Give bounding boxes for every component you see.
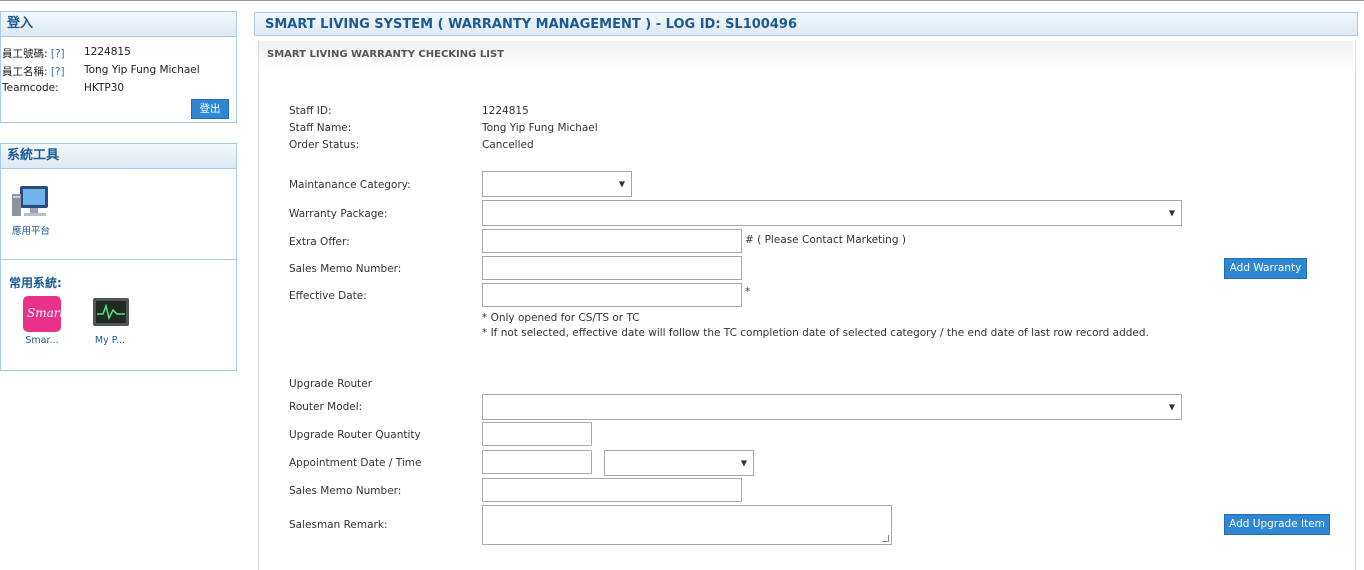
- login-panel-title: 登入: [1, 12, 236, 37]
- teamcode-value: HKTP30: [84, 82, 125, 94]
- monitor-app-label: My P...: [94, 335, 126, 346]
- monitor-app-icon: [93, 298, 129, 326]
- smart-app-icon: Smart: [23, 296, 62, 332]
- computer-icon: [12, 186, 48, 216]
- help-link[interactable]: [?]: [51, 66, 65, 78]
- tools-divider: [1, 259, 236, 260]
- router-model-select[interactable]: ▼: [482, 394, 1182, 420]
- staff-name-label: 員工名稱: [?]: [2, 66, 65, 78]
- page-title: SMART LIVING SYSTEM ( WARRANTY MANAGEMEN…: [254, 12, 1358, 36]
- effective-date-input[interactable]: [482, 283, 742, 307]
- tools-panel-title: 系統工具: [1, 144, 236, 169]
- staff-id-label: Staff ID:: [289, 105, 332, 117]
- help-link[interactable]: [?]: [51, 48, 65, 60]
- router-model-label: Router Model:: [289, 401, 363, 413]
- sales-memo-input[interactable]: [482, 256, 742, 280]
- maintenance-category-label: Maintanance Category:: [289, 179, 411, 191]
- router-quantity-label: Upgrade Router Quantity: [289, 429, 421, 441]
- order-status-label: Order Status:: [289, 139, 360, 151]
- extra-offer-label: Extra Offer:: [289, 236, 350, 248]
- sales-memo-2-label: Sales Memo Number:: [289, 485, 402, 497]
- router-quantity-input[interactable]: [482, 422, 592, 446]
- app-platform-link[interactable]: 應用平台: [8, 184, 54, 237]
- salesman-remark-label: Salesman Remark:: [289, 519, 388, 531]
- staff-number-label: 員工號碼: [?]: [2, 48, 65, 60]
- monitor-app-link[interactable]: My P...: [88, 295, 132, 347]
- section-title: SMART LIVING WARRANTY CHECKING LIST: [259, 41, 1353, 71]
- staff-name-value: Tong Yip Fung Michael: [482, 122, 598, 134]
- salesman-remark-textarea[interactable]: [482, 505, 892, 545]
- warranty-package-label: Warranty Package:: [289, 208, 388, 220]
- teamcode-label: Teamcode:: [2, 82, 59, 94]
- note-cs-ts-tc: * Only opened for CS/TS or TC: [482, 312, 640, 324]
- staff-name-value: Tong Yip Fung Michael: [84, 64, 200, 76]
- common-systems-title: 常用系統:: [9, 276, 62, 290]
- logout-button[interactable]: 登出: [191, 99, 229, 119]
- add-warranty-button[interactable]: Add Warranty: [1224, 258, 1307, 279]
- smart-app-link[interactable]: Smart Smar...: [20, 295, 64, 347]
- sales-memo-2-input[interactable]: [482, 478, 742, 502]
- app-platform-label: 應用平台: [11, 226, 50, 237]
- staff-id-value: 1224815: [482, 105, 529, 117]
- chevron-down-icon: ▼: [740, 458, 747, 468]
- upgrade-router-heading: Upgrade Router: [289, 378, 373, 390]
- appointment-label: Appointment Date / Time: [289, 457, 422, 469]
- effective-date-label: Effective Date:: [289, 290, 367, 302]
- main-content: [258, 40, 1356, 570]
- top-divider: [0, 0, 1364, 1]
- smart-app-label: Smar...: [25, 335, 59, 346]
- extra-offer-note: # ( Please Contact Marketing ): [745, 234, 906, 246]
- warranty-package-select[interactable]: ▼: [482, 200, 1182, 226]
- appointment-date-input[interactable]: [482, 450, 592, 474]
- appointment-time-select[interactable]: ▼: [604, 450, 754, 476]
- chevron-down-icon: ▼: [618, 179, 625, 189]
- add-upgrade-item-button[interactable]: Add Upgrade Item: [1224, 514, 1330, 535]
- note-effective-date: * If not selected, effective date will f…: [482, 327, 1149, 339]
- sales-memo-label: Sales Memo Number:: [289, 263, 402, 275]
- chevron-down-icon: ▼: [1168, 402, 1175, 412]
- maintenance-category-select[interactable]: ▼: [482, 171, 632, 197]
- chevron-down-icon: ▼: [1168, 208, 1175, 218]
- resize-grip-icon[interactable]: [882, 535, 889, 542]
- extra-offer-input[interactable]: [482, 229, 742, 253]
- required-marker: *: [745, 286, 751, 298]
- staff-number-value: 1224815: [84, 46, 131, 58]
- svg-text:Smart: Smart: [27, 306, 62, 320]
- staff-name-label: Staff Name:: [289, 122, 352, 134]
- order-status-value: Cancelled: [482, 139, 534, 151]
